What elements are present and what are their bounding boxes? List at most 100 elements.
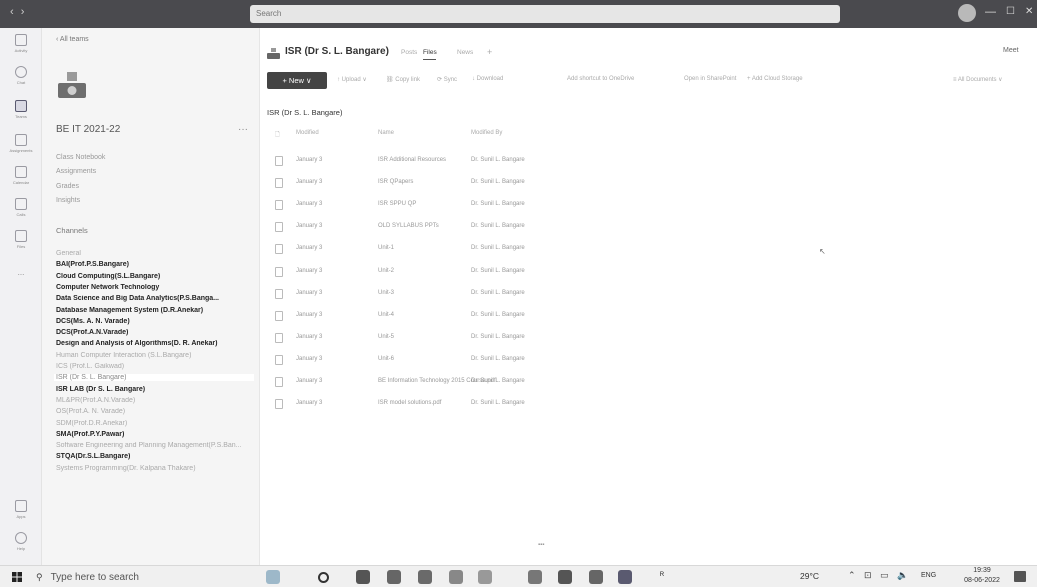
link-class-notebook[interactable]: Class Notebook: [56, 154, 105, 161]
new-button[interactable]: + New ∨: [267, 72, 327, 89]
tab-news[interactable]: News: [457, 49, 473, 56]
channel-item[interactable]: Cloud Computing(S.L.Bangare): [56, 273, 256, 280]
back-forward-icon[interactable]: ‹ ›: [10, 6, 26, 18]
channel-item[interactable]: SMA(Prof.P.Y.Pawar): [56, 431, 256, 438]
file-name[interactable]: Unit-5: [378, 334, 394, 340]
channel-item[interactable]: ISR (Dr S. L. Bangare): [54, 374, 254, 382]
file-row[interactable]: January 3 ISR SPPU QP Dr. Sunil L. Bangare: [261, 196, 1037, 218]
rail-help[interactable]: Help: [0, 532, 42, 551]
notification-icon[interactable]: [1014, 571, 1026, 582]
add-shortcut-button[interactable]: Add shortcut to OneDrive: [567, 76, 634, 82]
open-sharepoint-button[interactable]: Open in SharePoint: [684, 76, 736, 82]
channel-item[interactable]: DCS(Ms. A. N. Varade): [56, 318, 256, 325]
rail-calls[interactable]: Calls: [0, 198, 42, 217]
system-tray-icons[interactable]: ⌃ ⊡ ▭ 🔈: [848, 570, 911, 581]
channel-item[interactable]: ISR LAB (Dr S. L. Bangare): [56, 386, 256, 393]
channel-item[interactable]: Human Computer Interaction (S.L.Bangare): [56, 352, 256, 359]
channel-item[interactable]: BAI(Prof.P.S.Bangare): [56, 261, 256, 268]
link-insights[interactable]: Insights: [56, 197, 80, 204]
channel-item[interactable]: Software Engineering and Planning Manage…: [56, 442, 256, 449]
mail-icon[interactable]: [558, 570, 572, 584]
view-selector[interactable]: ≡ All Documents ∨: [953, 76, 1003, 83]
upload-button[interactable]: ↑ Upload ∨: [337, 76, 367, 83]
file-row[interactable]: January 3 Unit-1 Dr. Sunil L. Bangare: [261, 240, 1037, 262]
channel-item[interactable]: SDM(Prof.D.R.Anekar): [56, 420, 256, 427]
file-name[interactable]: ISR SPPU QP: [378, 201, 416, 207]
clock-time[interactable]: 19:39: [962, 567, 1002, 574]
file-row[interactable]: January 3 Unit-6 Dr. Sunil L. Bangare: [261, 351, 1037, 373]
file-row[interactable]: January 3 OLD SYLLABUS PPTs Dr. Sunil L. B…: [261, 218, 1037, 240]
rail-chat[interactable]: Chat: [0, 66, 42, 85]
more-options-icon[interactable]: ···: [238, 124, 248, 135]
rail-apps[interactable]: Apps: [0, 500, 42, 519]
tab-files[interactable]: Files: [423, 49, 437, 56]
taskbar-search[interactable]: ⚲ Type here to search: [36, 567, 226, 587]
word-icon[interactable]: [589, 570, 603, 584]
maximize-icon[interactable]: ☐: [1006, 6, 1015, 17]
sync-button[interactable]: ⟳ Sync: [437, 76, 457, 83]
file-name[interactable]: Unit-3: [378, 290, 394, 296]
file-name[interactable]: Unit-1: [378, 245, 394, 251]
channel-item[interactable]: DCS(Prof.A.N.Varade): [56, 329, 256, 336]
link-assignments[interactable]: Assignments: [56, 168, 96, 175]
file-row[interactable]: January 3 Unit-5 Dr. Sunil L. Bangare: [261, 329, 1037, 351]
tab-posts[interactable]: Posts: [401, 49, 417, 56]
task-view-icon[interactable]: [356, 570, 370, 584]
photos-icon[interactable]: [528, 570, 542, 584]
download-button[interactable]: ↓ Download: [472, 76, 503, 82]
rail-files[interactable]: Files: [0, 230, 42, 249]
rail-assignments[interactable]: Assignments: [0, 134, 42, 153]
rail-calendar[interactable]: Calendar: [0, 166, 42, 185]
channel-item[interactable]: General: [56, 250, 256, 257]
clock-date[interactable]: 08-06-2022: [962, 577, 1002, 584]
rail-activity[interactable]: Activity: [0, 34, 42, 53]
channel-item[interactable]: Design and Analysis of Algorithms(D. R. …: [56, 340, 256, 347]
column-name[interactable]: Name: [378, 130, 394, 136]
rail-teams[interactable]: Teams: [0, 100, 42, 119]
channel-item[interactable]: ICS (Prof.L. Gaikwad): [56, 363, 256, 370]
channel-item[interactable]: Systems Programming(Dr. Kalpana Thakare): [56, 465, 256, 472]
file-name[interactable]: ISR QPapers: [378, 179, 413, 185]
language-indicator[interactable]: ENG: [921, 572, 936, 579]
column-modified-by[interactable]: Modified By: [471, 130, 502, 136]
file-name[interactable]: Unit-6: [378, 356, 394, 362]
chrome-icon[interactable]: [387, 570, 401, 584]
breadcrumb[interactable]: ISR (Dr S. L. Bangare): [267, 108, 342, 117]
windows-start-icon[interactable]: [12, 572, 22, 582]
file-row[interactable]: January 3 Unit-4 Dr. Sunil L. Bangare: [261, 307, 1037, 329]
rail-more[interactable]: ...: [0, 266, 42, 277]
link-grades[interactable]: Grades: [56, 183, 79, 190]
channel-item[interactable]: Database Management System (D.R.Anekar): [56, 307, 256, 314]
file-row[interactable]: January 3 ISR QPapers Dr. Sunil L. Bangare: [261, 174, 1037, 196]
cortana-icon[interactable]: [318, 572, 329, 583]
channel-item[interactable]: OS(Prof.A. N. Varade): [56, 408, 256, 415]
file-row[interactable]: January 3 BE Information Technology 2015 …: [261, 373, 1037, 395]
meet-button[interactable]: Meet: [1003, 47, 1019, 54]
taskbar-app-weather-icon[interactable]: [266, 570, 280, 584]
file-name[interactable]: ISR model solutions.pdf: [378, 400, 441, 406]
weather-readout[interactable]: 29°C: [800, 571, 819, 581]
channel-item[interactable]: STQA(Dr.S.L.Bangare): [56, 453, 256, 460]
file-row[interactable]: January 3 ISR model solutions.pdf Dr. Suni…: [261, 395, 1037, 417]
close-icon[interactable]: ✕: [1025, 6, 1033, 17]
channel-item[interactable]: Data Science and Big Data Analytics(P.S.…: [56, 295, 256, 302]
teams-taskbar-icon[interactable]: [618, 570, 632, 584]
file-name[interactable]: OLD SYLLABUS PPTs: [378, 223, 439, 229]
add-cloud-storage-button[interactable]: + Add Cloud Storage: [747, 76, 803, 82]
add-tab-button[interactable]: +: [487, 47, 492, 57]
copy-link-button[interactable]: ⛓ Copy link: [386, 76, 420, 83]
channel-item[interactable]: ML&PR(Prof.A.N.Varade): [56, 397, 256, 404]
channel-item[interactable]: Computer Network Technology: [56, 284, 256, 291]
search-box[interactable]: [250, 5, 840, 23]
search-input[interactable]: [256, 9, 840, 18]
store-icon[interactable]: [478, 570, 492, 584]
column-modified[interactable]: Modified: [296, 130, 319, 136]
minimize-icon[interactable]: —: [985, 6, 996, 18]
all-teams-link[interactable]: ‹ All teams: [56, 36, 89, 43]
file-name[interactable]: Unit-2: [378, 268, 394, 274]
file-name[interactable]: Unit-4: [378, 312, 394, 318]
edge-icon[interactable]: [449, 570, 463, 584]
file-name[interactable]: ISR Additional Resources: [378, 157, 446, 163]
user-avatar[interactable]: [958, 4, 976, 22]
people-icon[interactable]: ᴿ: [660, 570, 674, 584]
